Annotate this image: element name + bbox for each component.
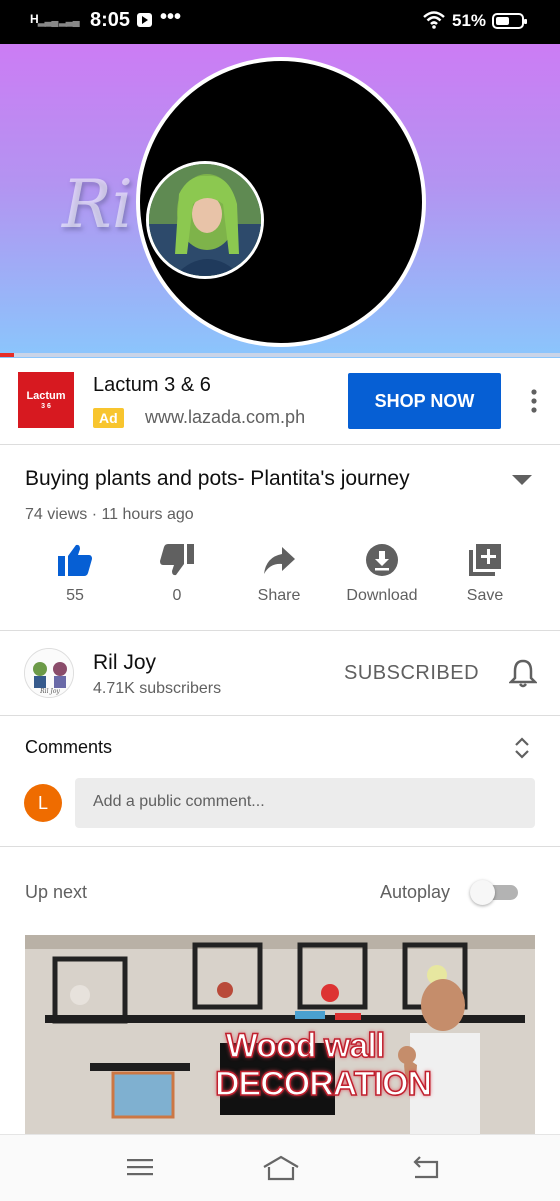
shop-now-button[interactable]: SHOP NOW: [348, 373, 501, 429]
thumbs-down-icon: [160, 544, 194, 576]
ad-badge: Ad: [93, 408, 124, 428]
save-label: Save: [466, 587, 504, 604]
save-button[interactable]: Save: [435, 543, 535, 605]
video-player[interactable]: Ri: [0, 44, 560, 358]
video-title[interactable]: Buying plants and pots- Plantita's journ…: [25, 467, 505, 491]
like-count: 55: [66, 587, 84, 604]
ad-more-options-icon[interactable]: [524, 386, 544, 416]
user-avatar: L: [24, 784, 62, 822]
ad-url[interactable]: www.lazada.com.ph: [145, 407, 305, 428]
thumbnail-title-text: Wood wall DECORATION: [214, 1026, 433, 1104]
video-details: Buying plants and pots- Plantita's journ…: [0, 445, 560, 631]
home-icon[interactable]: [262, 1155, 300, 1181]
battery-percent: 51%: [452, 11, 487, 30]
channel-avatar[interactable]: Ril Joy: [24, 648, 74, 698]
back-icon[interactable]: [412, 1155, 442, 1181]
share-button[interactable]: Share: [229, 543, 329, 605]
up-next-label: Up next: [25, 882, 88, 902]
video-portrait-image: [146, 161, 264, 279]
video-progress-fill: [0, 353, 14, 357]
system-nav-bar: [0, 1134, 560, 1201]
video-actions: 55 0 Share Download Save: [0, 543, 560, 613]
signal-bars-icon: ▂▃▄ ▂▃▄: [38, 16, 80, 27]
expand-description-icon[interactable]: [512, 475, 532, 485]
share-label: Share: [257, 587, 301, 604]
ad-banner[interactable]: Lactum 3 6 Lactum 3 & 6 Ad www.lazada.co…: [0, 358, 560, 445]
status-bar: H ▂▃▄ ▂▃▄ 8:05 ••• 51%: [0, 0, 560, 44]
channel-row[interactable]: Ril Joy Ril Joy 4.71K subscribers SUBSCR…: [0, 631, 560, 716]
menu-icon[interactable]: [126, 1155, 154, 1179]
clock: 8:05: [90, 9, 131, 31]
video-watermark: Ri: [62, 166, 133, 243]
add-comment-input[interactable]: Add a public comment...: [75, 778, 535, 828]
ad-logo-text: Lactum: [26, 390, 66, 402]
expand-comments-icon[interactable]: [512, 736, 532, 760]
channel-name[interactable]: Ril Joy: [93, 651, 156, 675]
comments-section[interactable]: Comments L Add a public comment...: [0, 716, 560, 847]
ad-logo: Lactum 3 6: [18, 372, 74, 428]
dislike-button[interactable]: 0: [127, 543, 227, 605]
notification-bell-icon[interactable]: [509, 658, 537, 688]
svg-text:Ril Joy: Ril Joy: [39, 688, 60, 695]
comments-label: Comments: [25, 737, 113, 757]
thumbs-up-icon: [58, 544, 92, 576]
youtube-notification-icon: [137, 13, 152, 27]
ad-logo-subtext: 3 6: [41, 403, 51, 410]
subscriber-count: 4.71K subscribers: [93, 680, 222, 697]
wifi-icon: [423, 11, 445, 29]
signal-indicator: H: [30, 12, 39, 26]
video-meta: 74 views · 11 hours ago: [25, 506, 194, 523]
share-icon: [264, 547, 295, 574]
dislike-count: 0: [172, 587, 182, 604]
autoplay-toggle-knob: [470, 880, 495, 905]
autoplay-toggle[interactable]: [470, 880, 518, 905]
download-button[interactable]: Download: [332, 543, 432, 605]
up-next-video-thumbnail[interactable]: Wood wall DECORATION: [25, 935, 535, 1135]
download-label: Download: [346, 587, 418, 604]
autoplay-label: Autoplay: [380, 882, 451, 902]
subscribed-button[interactable]: SUBSCRIBED: [344, 662, 479, 685]
save-playlist-icon: [469, 544, 501, 576]
video-progress-bar[interactable]: [0, 353, 560, 357]
download-icon: [366, 544, 398, 576]
more-notifications-icon: •••: [160, 6, 182, 28]
like-button[interactable]: 55: [25, 543, 125, 605]
battery-icon: [492, 13, 527, 29]
ad-title[interactable]: Lactum 3 & 6: [93, 374, 211, 397]
